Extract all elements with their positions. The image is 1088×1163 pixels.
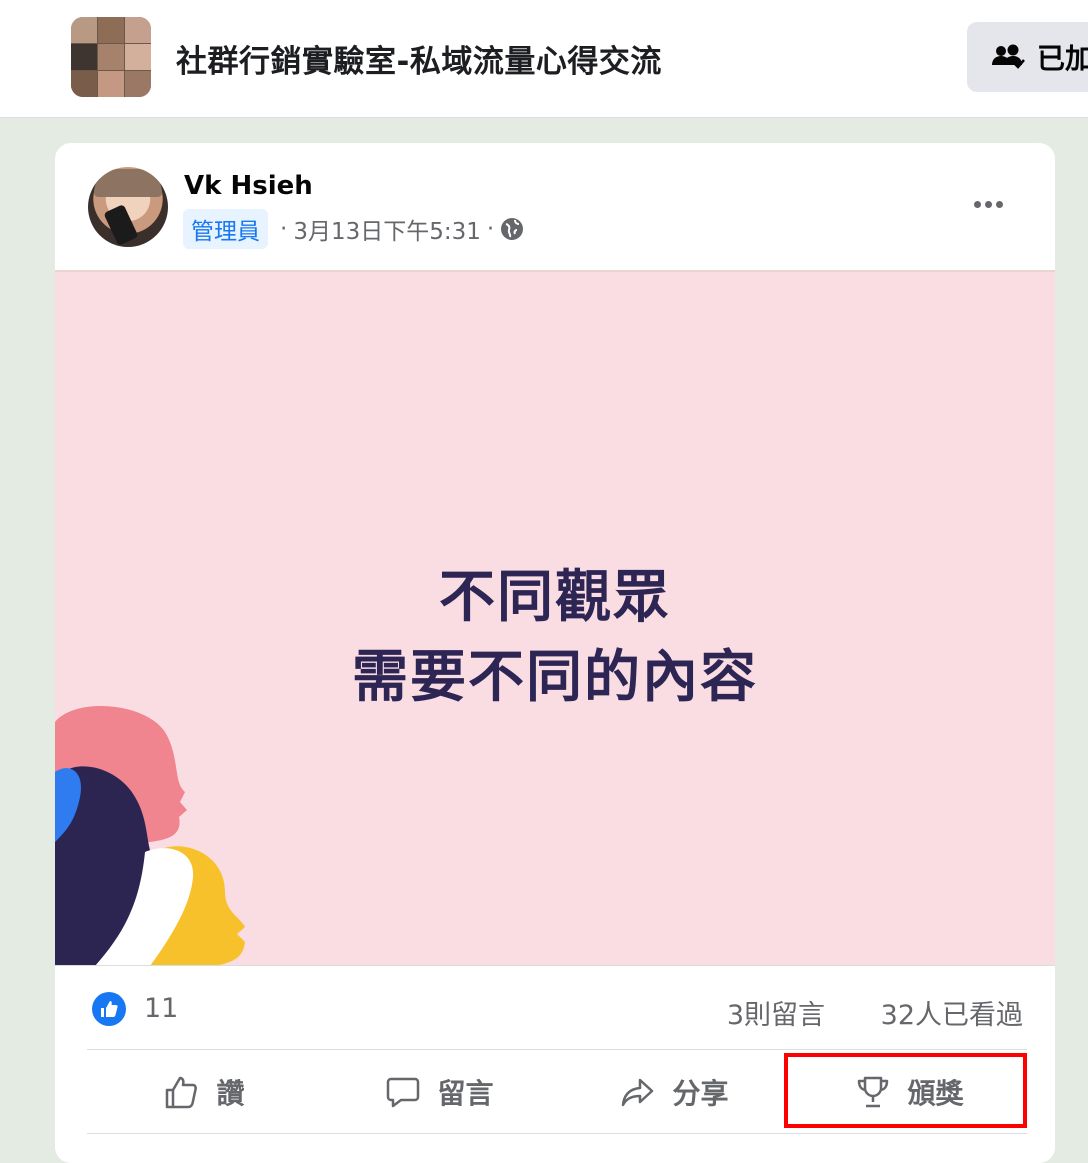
award-highlight-box: [784, 1053, 1027, 1128]
joined-label: 已加: [1037, 42, 1088, 75]
group-members-icon: [992, 44, 1025, 69]
more-options-button[interactable]: [965, 189, 1011, 219]
comment-label: 留言: [437, 1076, 494, 1110]
share-label: 分享: [672, 1076, 729, 1110]
like-count[interactable]: 11: [144, 993, 178, 1024]
post-stats: 11 3則留言 32人已看過: [55, 965, 1055, 1050]
author-avatar[interactable]: [88, 167, 168, 247]
admin-badge[interactable]: 管理員: [183, 209, 268, 249]
like-reaction-icon[interactable]: [92, 992, 126, 1026]
post-meta: 管理員 · 3月13日下午5:31 ·: [183, 209, 524, 249]
group-header: 社群行銷實驗室-私域流量心得交流 已加: [0, 0, 1088, 118]
group-cover-thumbnail[interactable]: [71, 17, 151, 97]
joined-button[interactable]: 已加: [967, 22, 1088, 92]
comments-count[interactable]: 3則留言: [727, 993, 825, 1032]
like-label: 讚: [216, 1076, 245, 1110]
post-timestamp[interactable]: 3月13日下午5:31: [293, 212, 481, 246]
poster-text-line2: 需要不同的內容: [352, 645, 758, 710]
views-count[interactable]: 32人已看過: [881, 993, 1023, 1032]
share-icon: [622, 1078, 654, 1106]
author-name[interactable]: Vk Hsieh: [184, 171, 313, 201]
group-title[interactable]: 社群行銷實驗室-私域流量心得交流: [176, 36, 662, 81]
globe-icon[interactable]: [500, 217, 524, 241]
post-image[interactable]: 不同觀眾 需要不同的內容: [55, 270, 1055, 966]
comment-icon: [387, 1077, 420, 1107]
thumbs-up-icon: [166, 1076, 198, 1108]
like-button[interactable]: 讚: [87, 1050, 322, 1133]
faces-illustration: [55, 705, 245, 966]
comment-button[interactable]: 留言: [322, 1050, 557, 1133]
share-button[interactable]: 分享: [557, 1050, 792, 1133]
poster-text-line1: 不同觀眾: [439, 565, 671, 630]
post-card: Vk Hsieh 管理員 · 3月13日下午5:31 · 不同觀眾 需要不同的內…: [55, 143, 1055, 1163]
